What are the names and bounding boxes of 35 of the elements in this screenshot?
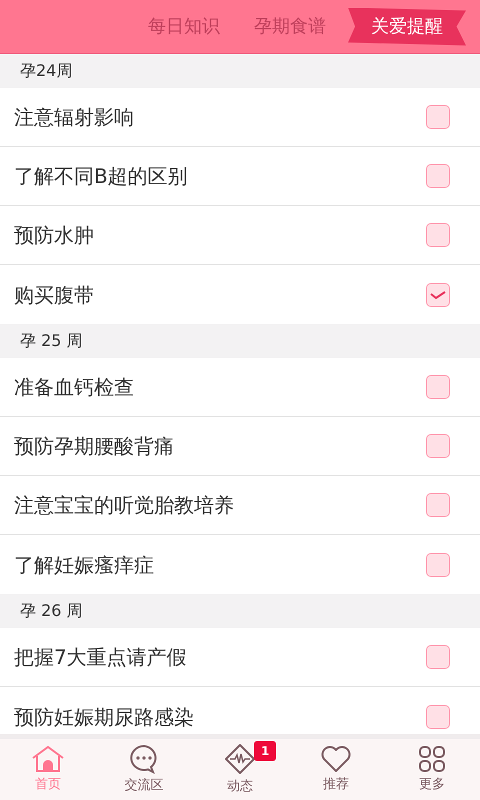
nav-item[interactable]: 交流区	[96, 739, 192, 800]
check-icon	[430, 290, 446, 300]
nav-item[interactable]: 更多	[384, 739, 480, 800]
checkbox[interactable]	[426, 105, 450, 129]
reminder-label: 注意宝宝的听觉胎教培养	[14, 492, 235, 519]
reminder-label: 注意辐射影响	[14, 104, 135, 131]
house-icon	[31, 744, 65, 773]
checkbox[interactable]	[426, 282, 450, 306]
section-header: 孕 26 周	[0, 594, 480, 628]
checkbox[interactable]	[426, 552, 450, 576]
checkbox[interactable]	[426, 645, 450, 669]
nav-item[interactable]: 推荐	[288, 739, 384, 800]
checkbox[interactable]	[426, 493, 450, 517]
reminder-label: 预防孕期腰酸背痛	[14, 433, 175, 460]
checkbox[interactable]	[426, 434, 450, 458]
checkbox[interactable]	[426, 223, 450, 247]
notification-badge: 1	[254, 741, 276, 761]
reminder-label: 购买腹带	[14, 282, 95, 308]
heart-icon	[321, 744, 351, 773]
grid-icon	[418, 744, 446, 773]
reminder-label: 了解妊娠瘙痒症	[14, 552, 155, 578]
tab[interactable]: 关爱提醒	[348, 8, 466, 46]
reminder-label: 了解不同B超的区别	[14, 163, 189, 190]
chat-bubble-icon	[129, 744, 159, 774]
pulse-icon	[224, 742, 256, 775]
reminder-label: 预防水肿	[14, 222, 95, 249]
checkbox[interactable]	[426, 704, 450, 728]
section-header: 孕 25 周	[0, 324, 480, 358]
reminder-label: 准备血钙检查	[14, 374, 135, 401]
section-header: 孕24周	[0, 54, 480, 88]
checkbox[interactable]	[426, 375, 450, 399]
checkbox[interactable]	[426, 164, 450, 188]
reminder-label: 把握7大重点请产假	[14, 644, 188, 671]
reminder-label: 预防妊娠期尿路感染	[14, 704, 195, 730]
nav-item[interactable]: 动态 1	[192, 739, 288, 800]
